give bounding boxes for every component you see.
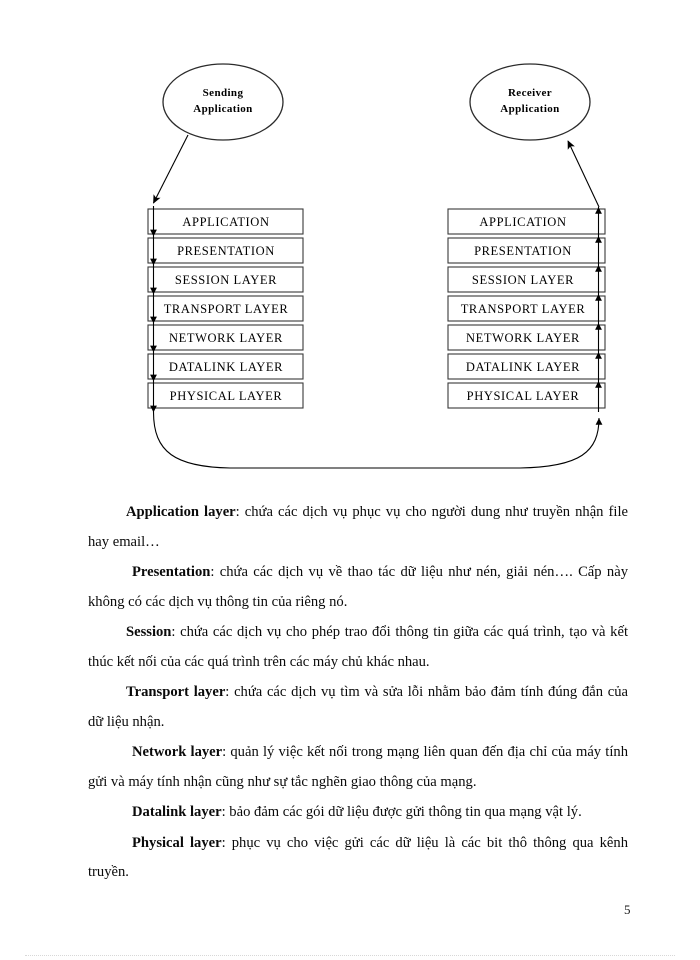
page-bottom-rule (25, 955, 675, 957)
sender-layer-label-2: SESSION LAYER (175, 273, 277, 287)
receiver-layer-label-4: NETWORK LAYER (466, 331, 580, 345)
physical-medium-connection (152, 411, 603, 469)
osi-layer-diagram: Sending Application Receiver Application… (0, 0, 700, 490)
receiver-application-label-line1: Receiver (508, 87, 552, 99)
paragraph-datalink: Datalink layer: bảo đảm các gói dữ liệu … (88, 798, 628, 828)
sender-layer-label-0: APPLICATION (182, 215, 269, 229)
receiver-layer-label-5: DATALINK LAYER (466, 360, 580, 374)
term-session: Session (126, 624, 172, 640)
receiver-layer-label-3: TRANSPORT LAYER (461, 302, 586, 316)
paragraph-transport: Transport layer: chứa các dịch vụ tìm và… (88, 678, 628, 737)
receiver-layer-label-6: PHYSICAL LAYER (467, 389, 580, 403)
paragraph-physical: Physical layer: phục vụ cho việc gửi các… (88, 829, 628, 888)
sender-layer-label-3: TRANSPORT LAYER (164, 302, 289, 316)
receiver-layer-label-0: APPLICATION (479, 215, 566, 229)
sending-to-stack-arrow (153, 134, 189, 204)
receiver-layer-stack: APPLICATION PRESENTATION SESSION LAYER T… (447, 208, 606, 409)
sending-application-label-line2: Application (193, 103, 252, 115)
sender-layer-label-6: PHYSICAL LAYER (170, 389, 283, 403)
sender-layer-stack: APPLICATION PRESENTATION SESSION LAYER T… (147, 208, 304, 409)
sender-layer-label-1: PRESENTATION (177, 244, 275, 258)
term-network: Network layer (132, 744, 223, 760)
stack-to-receiver-arrow (567, 140, 600, 208)
paragraph-network: Network layer: quản lý việc kết nối tron… (88, 738, 628, 797)
layer-descriptions: Application layer: chứa các dịch vụ phục… (88, 498, 628, 889)
sending-application-ellipse (162, 63, 284, 141)
desc-datalink: : bảo đảm các gói dữ liệu được gửi thông… (221, 804, 582, 820)
sending-application-label-line1: Sending (203, 87, 244, 99)
receiver-application-ellipse (469, 63, 591, 141)
paragraph-presentation: Presentation: chứa các dịch vụ về thao t… (88, 558, 628, 617)
receiver-application-label-line2: Application (500, 103, 559, 115)
sender-layer-label-4: NETWORK LAYER (169, 331, 283, 345)
term-datalink: Datalink layer (132, 804, 222, 820)
receiver-application-node: Receiver Application (469, 63, 591, 141)
paragraph-session: Session: chứa các dịch vụ cho phép trao … (88, 618, 628, 677)
term-application: Application layer (126, 504, 236, 520)
term-presentation: Presentation (132, 564, 211, 580)
sender-layer-label-5: DATALINK LAYER (169, 360, 283, 374)
page-number: 5 (624, 902, 631, 917)
receiver-layer-label-1: PRESENTATION (474, 244, 572, 258)
sending-application-node: Sending Application (162, 63, 284, 141)
receiver-layer-label-2: SESSION LAYER (472, 273, 574, 287)
term-transport: Transport layer (126, 684, 226, 700)
term-physical: Physical layer (132, 834, 222, 851)
paragraph-application: Application layer: chứa các dịch vụ phục… (88, 498, 628, 557)
